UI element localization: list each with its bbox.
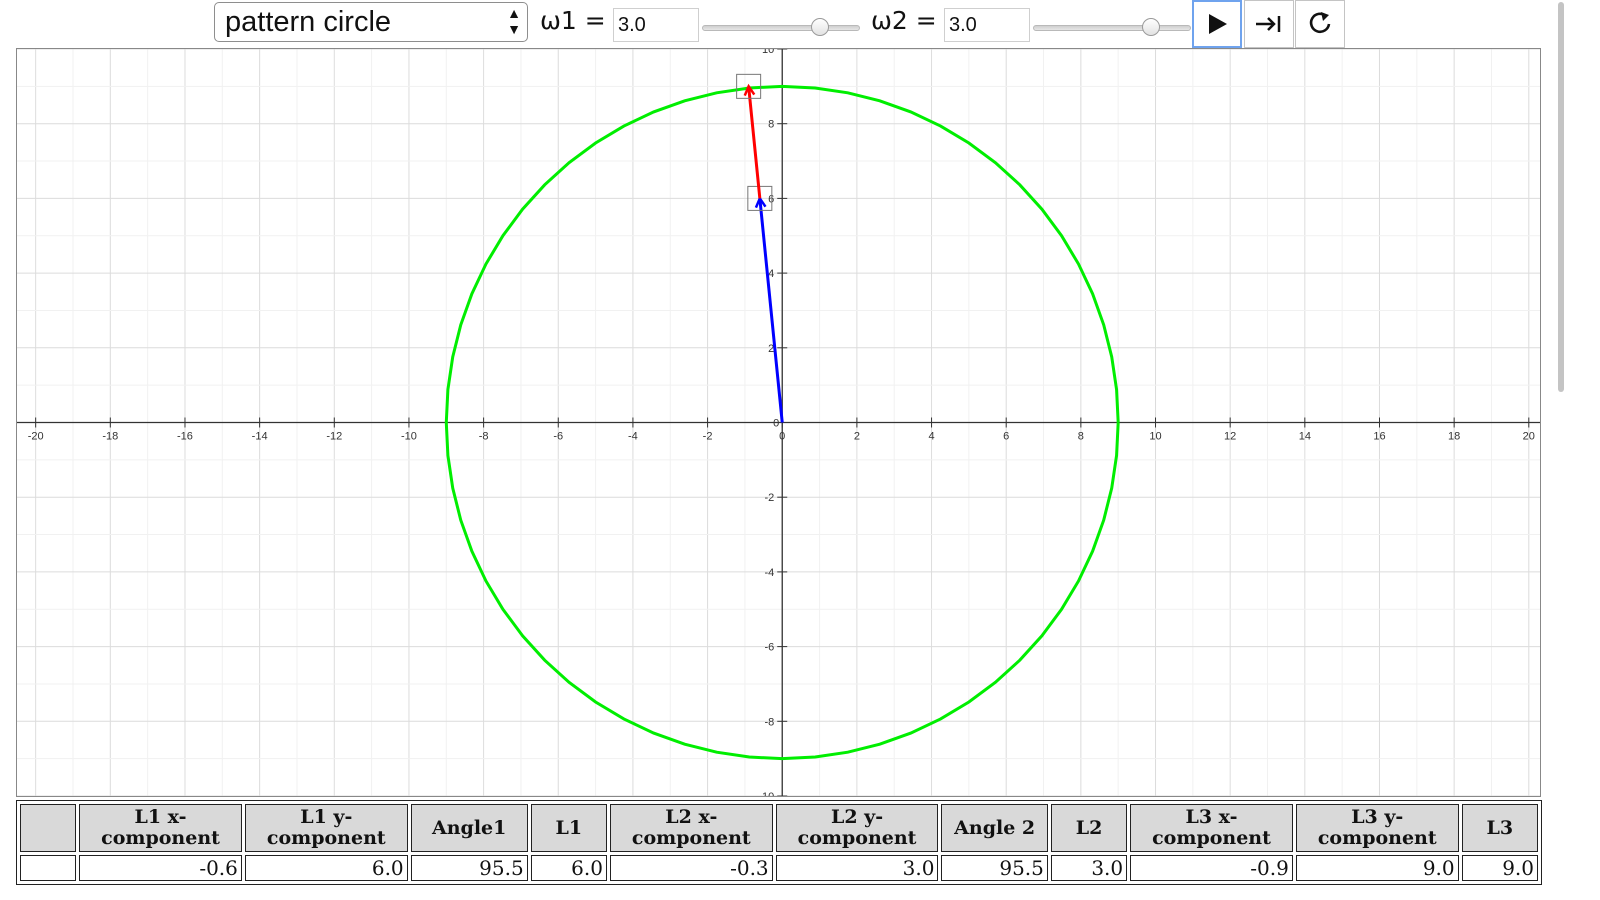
y-tick-label: -8: [764, 716, 774, 728]
omega2-label: ω2 =: [871, 6, 937, 35]
x-tick-label: 2: [854, 431, 860, 443]
y-tick-label: 0: [773, 418, 779, 430]
table-cell: 95.5: [410, 855, 528, 881]
table-row: -0.6 6.0 95.5 6.0 -0.3 3.0 95.5 3.0 -0.9 9.0 9.0: [20, 855, 1538, 881]
table-header-cell: L1: [530, 804, 607, 852]
x-tick-label: -14: [252, 431, 268, 443]
x-tick-label: 8: [1078, 431, 1084, 443]
table-body: -0.6 6.0 95.5 6.0 -0.3 3.0 95.5 3.0 -0.9 9.0 9.0: [20, 855, 1538, 881]
x-tick-label: -8: [479, 431, 489, 443]
y-tick-label: -10: [758, 791, 774, 796]
x-tick-label: 16: [1373, 431, 1385, 443]
y-tick-label: -4: [764, 567, 774, 579]
reset-button[interactable]: [1295, 0, 1345, 48]
table-cell: 95.5: [941, 855, 1048, 881]
x-tick-label: -12: [326, 431, 342, 443]
toolbar: pattern circle ▲▼ ω1 = ω2 =: [0, 0, 1568, 48]
pattern-select-value: pattern circle: [225, 6, 392, 38]
y-tick-label: 10: [762, 49, 774, 56]
x-tick-label: -18: [102, 431, 118, 443]
step-forward-icon: [1256, 16, 1281, 32]
x-tick-label: 4: [928, 431, 934, 443]
table-cell: -0.9: [1130, 855, 1293, 881]
y-tick-label: 8: [768, 119, 774, 131]
table-header-cell: L1 x-component: [79, 804, 242, 852]
omega2-input[interactable]: [944, 8, 1030, 42]
x-tick-label: 10: [1149, 431, 1161, 443]
omega1-slider-track: [702, 25, 860, 31]
page-scrollbar[interactable]: [1558, 2, 1564, 392]
play-icon: [1209, 14, 1227, 34]
table-header-cell: L2: [1050, 804, 1128, 852]
table-header-cell: L2 y-component: [775, 804, 939, 852]
table-header-cell: L3: [1461, 804, 1538, 852]
play-button[interactable]: [1192, 0, 1242, 48]
table-header-row: L1 x-component L1 y-component Angle1 L1 L2 x…: [20, 804, 1538, 852]
y-tick-label: -6: [764, 642, 774, 654]
x-tick-label: 20: [1523, 431, 1535, 443]
omega2-slider-thumb[interactable]: [1142, 18, 1161, 36]
table-header-cell: [20, 804, 77, 852]
omega2-slider[interactable]: [1033, 18, 1191, 36]
x-tick-label: -16: [177, 431, 193, 443]
omega1-slider[interactable]: [702, 18, 860, 36]
plot-svg: -20 -18 -16 -14 -12 -10 -8 -6 -4 -2 0 2 4 6 8 10 12 14 16 1…: [17, 49, 1540, 796]
x-tick-label: -4: [628, 431, 638, 443]
omega2-slider-track: [1033, 25, 1191, 31]
table-cell: [20, 855, 77, 881]
table-cell: 6.0: [244, 855, 408, 881]
reset-icon: [1309, 12, 1331, 34]
table-cell: 3.0: [1050, 855, 1128, 881]
y-tick-label: -2: [764, 492, 774, 504]
x-tick-label: 0: [779, 431, 785, 443]
table-header-cell: L3 x-component: [1130, 804, 1293, 852]
table-header-cell: Angle1: [410, 804, 528, 852]
table-cell: 6.0: [530, 855, 607, 881]
omega1-label: ω1 =: [540, 6, 606, 35]
x-tick-label: 6: [1003, 431, 1009, 443]
x-tick-label: 14: [1299, 431, 1311, 443]
x-tick-label: 12: [1224, 431, 1236, 443]
y-tick-label: 6: [768, 193, 774, 205]
x-tick-label: -20: [28, 431, 44, 443]
x-tick-label: 18: [1448, 431, 1460, 443]
table-cell: 3.0: [775, 855, 939, 881]
omega1-input[interactable]: [613, 8, 699, 42]
table-cell: -0.3: [609, 855, 773, 881]
pattern-select[interactable]: pattern circle ▲ ▼: [214, 2, 528, 42]
table-header-cell: L3 y-component: [1295, 804, 1459, 852]
step-button[interactable]: [1244, 0, 1294, 48]
x-tick-label: -6: [553, 431, 563, 443]
x-tick-label: -2: [703, 431, 713, 443]
table-header-cell: L2 x-component: [609, 804, 773, 852]
table-header-cell: L1 y-component: [244, 804, 408, 852]
table-header-cell: Angle 2: [941, 804, 1048, 852]
vector-2: [747, 86, 762, 199]
omega1-slider-thumb[interactable]: [811, 18, 830, 36]
table-cell: 9.0: [1295, 855, 1459, 881]
graph-canvas[interactable]: -20 -18 -16 -14 -12 -10 -8 -6 -4 -2 0 2 4 6 8 10 12 14 16 1…: [16, 48, 1541, 797]
x-tick-label: -10: [401, 431, 417, 443]
select-arrows-icon: ▲ ▼: [507, 5, 521, 37]
table-cell: 9.0: [1461, 855, 1538, 881]
data-table: L1 x-component L1 y-component Angle1 L1 L2 x…: [16, 800, 1542, 885]
table-cell: -0.6: [79, 855, 242, 881]
